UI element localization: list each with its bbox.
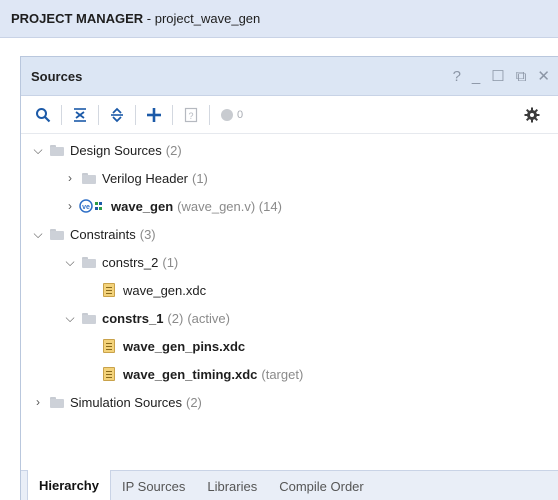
folder-icon (82, 312, 96, 324)
collapse-all-icon (74, 107, 86, 122)
tree-item-detail: (wave_gen.v) (14) (177, 198, 282, 214)
close-icon[interactable]: ✕ (537, 69, 550, 84)
sources-tabs: Hierarchy IP Sources Libraries Compile O… (21, 470, 558, 500)
folder-icon (50, 228, 64, 240)
tree-item-count: (1) (192, 170, 208, 186)
tree-item-wave-gen-timing-xdc[interactable]: wave_gen_timing.xdc (target) (21, 360, 558, 388)
tree-item-label: wave_gen_pins.xdc (123, 338, 246, 354)
tab-ip-sources[interactable]: IP Sources (111, 471, 196, 500)
verilog-module-icon: ve (79, 199, 105, 213)
chevron-right-icon[interactable]: › (63, 199, 77, 213)
header-project-name: - project_wave_gen (143, 11, 261, 26)
expand-all-icon (111, 107, 123, 122)
tree-item-label: constrs_2 (102, 254, 159, 270)
tree-item-count: (2) (167, 310, 184, 326)
project-manager-header: PROJECT MANAGER - project_wave_gen (0, 0, 558, 38)
toolbar-divider (135, 104, 136, 125)
document-question-icon: ? (184, 107, 198, 122)
window-controls: ? _ ☐ ⧉ ✕ (453, 57, 550, 96)
header-title: PROJECT MANAGER (11, 11, 144, 26)
tree-item-label: wave_gen.xdc (123, 282, 207, 298)
folder-icon (50, 144, 64, 156)
tree-item-label: Simulation Sources (70, 394, 182, 410)
status-count: 0 (237, 108, 244, 121)
tree-item-design-sources[interactable]: ⌵ Design Sources (2) (21, 136, 558, 164)
folder-icon (50, 396, 64, 408)
svg-text:ve: ve (82, 204, 90, 211)
tab-hierarchy[interactable]: Hierarchy (27, 470, 111, 500)
tree-item-wave-gen-pins-xdc[interactable]: wave_gen_pins.xdc (21, 332, 558, 360)
tree-item-label: Verilog Header (102, 170, 188, 186)
add-sources-button[interactable] (142, 103, 166, 127)
tree-item-simulation-sources[interactable]: › Simulation Sources (2) (21, 388, 558, 416)
search-icon (36, 107, 51, 122)
tree-item-constrs-2[interactable]: ⌵ constrs_2 (1) (21, 248, 558, 276)
properties-button[interactable]: ? (179, 103, 203, 127)
tree-item-constrs-1[interactable]: ⌵ constrs_1 (2) (active) (21, 304, 558, 332)
chevron-down-icon[interactable]: ⌵ (31, 143, 45, 158)
tree-item-status: (target) (261, 366, 304, 382)
tree-item-count: (2) (186, 394, 202, 410)
chevron-down-icon[interactable]: ⌵ (63, 255, 77, 270)
tab-libraries[interactable]: Libraries (196, 471, 268, 500)
sources-panel: Sources ? _ ☐ ⧉ ✕ ? 0 ⌵ Design Sources (… (20, 56, 558, 500)
chevron-down-icon[interactable]: ⌵ (63, 311, 77, 326)
collapse-all-button[interactable] (68, 103, 92, 127)
xdc-file-icon (103, 283, 115, 297)
tree-item-count: (2) (165, 142, 182, 158)
tree-item-label: wave_gen (111, 198, 174, 214)
xdc-file-icon (103, 367, 115, 381)
tree-item-count: (3) (139, 226, 156, 242)
folder-icon (82, 172, 96, 184)
tree-item-wave-gen-xdc[interactable]: wave_gen.xdc (21, 276, 558, 304)
xdc-file-icon (103, 339, 115, 353)
chevron-right-icon[interactable]: › (63, 171, 77, 185)
toolbar-divider (172, 104, 173, 125)
restore-icon[interactable]: ⧉ (516, 69, 527, 84)
settings-button[interactable] (520, 103, 544, 127)
sources-tree: ⌵ Design Sources (2) › Verilog Header (1… (21, 134, 558, 416)
tree-item-constraints[interactable]: ⌵ Constraints (3) (21, 220, 558, 248)
tree-item-label: wave_gen_timing.xdc (123, 366, 258, 382)
toolbar-divider (209, 104, 210, 125)
toolbar-divider (98, 104, 99, 125)
search-button[interactable] (31, 103, 55, 127)
expand-all-button[interactable] (105, 103, 129, 127)
tree-item-label: Design Sources (70, 142, 162, 158)
sources-toolbar: ? 0 (21, 96, 558, 134)
minimize-icon[interactable]: _ (472, 69, 480, 84)
tab-compile-order[interactable]: Compile Order (268, 471, 375, 500)
help-icon[interactable]: ? (453, 69, 461, 84)
toolbar-divider (61, 104, 62, 125)
gear-icon (524, 107, 540, 123)
status-indicator: 0 (216, 103, 247, 127)
chevron-right-icon[interactable]: › (31, 395, 45, 409)
maximize-icon[interactable]: ☐ (491, 69, 504, 84)
tree-item-label: constrs_1 (102, 310, 164, 326)
plus-icon (147, 107, 161, 122)
sources-titlebar: Sources ? _ ☐ ⧉ ✕ (21, 57, 558, 96)
panel-title: Sources (31, 68, 83, 84)
svg-text:?: ? (188, 111, 193, 121)
tree-item-wave-gen[interactable]: › ve wave_gen (wave_gen.v) (14) (21, 192, 558, 220)
chevron-down-icon[interactable]: ⌵ (31, 227, 45, 242)
tree-item-status: (active) (187, 310, 230, 326)
status-dot-icon (221, 108, 233, 121)
tree-item-verilog-header[interactable]: › Verilog Header (1) (21, 164, 558, 192)
folder-icon (82, 256, 96, 268)
tree-item-count: (1) (162, 254, 179, 270)
tree-item-label: Constraints (70, 226, 136, 242)
